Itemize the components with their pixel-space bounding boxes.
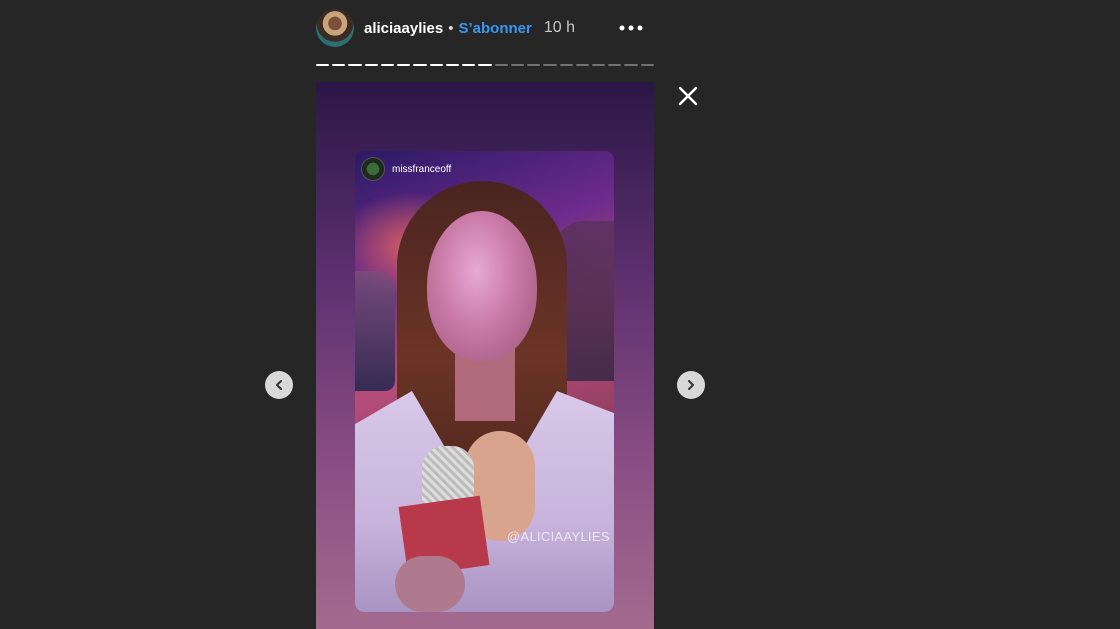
progress-segment <box>527 64 541 66</box>
next-story-button[interactable] <box>677 371 705 399</box>
story-frame[interactable]: missfranceoff @ALICIAAYLIES <box>316 82 654 629</box>
mention-sticker[interactable]: @ALICIAAYLIES <box>507 529 610 544</box>
more-horizontal-icon[interactable] <box>618 18 644 38</box>
close-icon[interactable] <box>676 84 700 108</box>
progress-segment <box>380 64 395 66</box>
progress-segment <box>316 64 330 66</box>
repost-username[interactable]: missfranceoff <box>392 164 451 175</box>
previous-story-button[interactable] <box>265 371 293 399</box>
repost-avatar[interactable] <box>361 157 385 181</box>
progress-segment <box>543 64 557 66</box>
progress-segment <box>429 64 443 66</box>
progress-segment <box>478 64 492 66</box>
face <box>427 211 537 361</box>
follow-button[interactable]: S’abonner <box>459 20 532 37</box>
reposted-story-image: missfranceoff @ALICIAAYLIES <box>355 151 614 612</box>
timestamp: 10 h <box>543 19 575 36</box>
story-progress-bar <box>316 64 654 66</box>
progress-segment <box>640 64 654 66</box>
progress-segment <box>608 64 622 66</box>
progress-segment <box>348 64 362 66</box>
story-header: aliciaaylies • S’abonner 10 h <box>316 8 656 48</box>
progress-segment <box>624 64 638 66</box>
progress-segment <box>413 64 427 66</box>
progress-segment <box>445 64 460 66</box>
progress-segment <box>494 64 508 66</box>
avatar[interactable] <box>316 9 354 47</box>
crowd-left <box>355 271 395 391</box>
progress-segment <box>575 64 589 66</box>
progress-segment <box>462 64 476 66</box>
progress-segment <box>332 64 346 66</box>
progress-segment <box>364 64 378 66</box>
progress-segment <box>591 64 606 66</box>
progress-segment <box>510 64 525 66</box>
separator-dot: • <box>448 19 454 37</box>
progress-segment <box>397 64 411 66</box>
hand <box>395 556 465 612</box>
chevron-left-icon <box>276 380 282 390</box>
username-link[interactable]: aliciaaylies <box>364 20 443 37</box>
repost-header: missfranceoff <box>361 157 451 181</box>
progress-segment <box>559 64 573 66</box>
chevron-right-icon <box>688 380 694 390</box>
